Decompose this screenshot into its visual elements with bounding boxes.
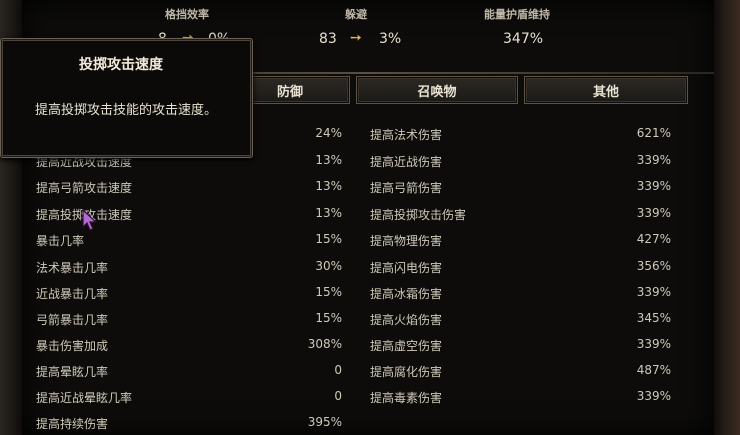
stat-label: 法术暴击几率 — [36, 261, 109, 275]
list-item[interactable]: 提高腐化伤害 487% — [370, 359, 675, 383]
stat-value: 13% — [315, 206, 342, 220]
list-item[interactable]: 提高近战伤害 339% — [370, 149, 675, 173]
list-item[interactable]: 提高近战晕眩几率 0 — [36, 385, 346, 409]
stat-value: 356% — [636, 259, 671, 273]
stat-label: 暴击伤害加成 — [36, 339, 109, 353]
stat-value: 308% — [307, 337, 342, 351]
list-item[interactable]: 提高法术伤害 621% — [370, 122, 675, 146]
stat-label: 弓箭暴击几率 — [36, 313, 109, 327]
stat-value: 395% — [307, 415, 342, 429]
stat-label: 提高持续伤害 — [36, 417, 109, 431]
mouse-cursor-icon — [82, 209, 98, 231]
tab-summons[interactable]: 召唤物 — [356, 76, 518, 104]
list-item[interactable]: 提高闪电伤害 356% — [370, 255, 675, 279]
stat-value: 0 — [334, 363, 342, 377]
dodge-label: 躲避 — [345, 8, 367, 21]
stat-label: 提高弓箭攻击速度 — [36, 181, 133, 195]
stat-label: 提高火焰伤害 — [370, 313, 443, 327]
list-item[interactable]: 提高晕眩几率 0 — [36, 359, 346, 383]
stat-value: 487% — [636, 363, 671, 377]
list-item[interactable]: 暴击伤害加成 308% — [36, 333, 346, 357]
list-item[interactable]: 提高虚空伤害 339% — [370, 333, 675, 357]
energy-shield-label: 能量护盾维持 — [484, 8, 550, 21]
stat-label: 提高投掷攻击伤害 — [370, 208, 467, 222]
list-item[interactable]: 弓箭暴击几率 15% — [36, 307, 346, 331]
stat-label: 提高物理伤害 — [370, 234, 443, 248]
list-item[interactable]: 提高弓箭攻击速度 13% — [36, 175, 346, 199]
stat-label: 提高毒素伤害 — [370, 391, 443, 405]
stat-value: 30% — [315, 259, 342, 273]
stat-value: 15% — [315, 311, 342, 325]
list-item[interactable]: 提高火焰伤害 345% — [370, 307, 675, 331]
stat-value: 24% — [315, 126, 342, 140]
stat-label: 提高虚空伤害 — [370, 339, 443, 353]
list-item[interactable]: 提高毒素伤害 339% — [370, 385, 675, 409]
stat-value: 339% — [636, 337, 671, 351]
right-ornate-border — [713, 0, 740, 435]
stat-label: 提高腐化伤害 — [370, 365, 443, 379]
stat-label: 暴击几率 — [36, 234, 85, 248]
stat-value: 621% — [636, 126, 671, 140]
tooltip-popup: 投掷攻击速度 提高投掷攻击技能的攻击速度。 — [0, 38, 253, 158]
stat-value: 427% — [636, 232, 671, 246]
list-item[interactable]: 提高弓箭伤害 339% — [370, 175, 675, 199]
dodge-arrow-value: 3% — [379, 31, 402, 47]
dodge-value: 83 — [319, 31, 337, 47]
stat-label: 提高近战伤害 — [370, 155, 443, 169]
stat-value: 339% — [636, 153, 671, 167]
stat-value: 13% — [315, 153, 342, 167]
stat-label: 提高晕眩几率 — [36, 365, 109, 379]
list-item[interactable]: 提高持续伤害 395% — [36, 411, 346, 435]
list-item[interactable]: 近战暴击几率 15% — [36, 281, 346, 305]
stat-value: 339% — [636, 179, 671, 193]
stat-value: 339% — [636, 389, 671, 403]
stat-label: 提高弓箭伤害 — [370, 181, 443, 195]
stat-label: 提高法术伤害 — [370, 128, 443, 142]
stat-label: 提高近战晕眩几率 — [36, 391, 133, 405]
list-item[interactable]: 暴击几率 15% — [36, 228, 346, 252]
list-item[interactable]: 法术暴击几率 30% — [36, 255, 346, 279]
energy-shield-value: 347% — [503, 31, 544, 47]
tab-other[interactable]: 其他 — [524, 76, 688, 104]
stat-value: 0 — [334, 389, 342, 403]
stat-value: 339% — [636, 206, 671, 220]
dodge-arrow-icon: ➙ — [350, 30, 362, 46]
stat-value: 15% — [315, 285, 342, 299]
stat-value: 15% — [315, 232, 342, 246]
stat-value: 13% — [315, 179, 342, 193]
stat-label: 近战暴击几率 — [36, 287, 109, 301]
stat-label: 提高冰霜伤害 — [370, 287, 443, 301]
list-item[interactable]: 提高冰霜伤害 339% — [370, 281, 675, 305]
tooltip-body: 提高投掷攻击技能的攻击速度。 — [35, 103, 218, 118]
stat-value: 345% — [636, 311, 671, 325]
block-efficiency-label: 格挡效率 — [165, 8, 209, 21]
list-item[interactable]: 提高投掷攻击伤害 339% — [370, 202, 675, 226]
stat-value: 339% — [636, 285, 671, 299]
tooltip-title: 投掷攻击速度 — [79, 57, 163, 73]
list-item[interactable]: 提高物理伤害 427% — [370, 228, 675, 252]
stat-label: 提高闪电伤害 — [370, 261, 443, 275]
